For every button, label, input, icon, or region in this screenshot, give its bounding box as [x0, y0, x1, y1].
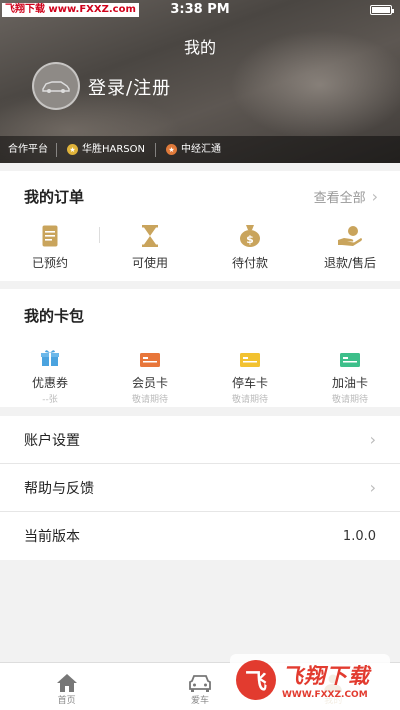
orders-title: 我的订单	[24, 188, 85, 206]
chevron-right-icon: ›	[369, 478, 376, 497]
order-refund-label: 退款/售后	[323, 256, 377, 270]
wallet-member-card-label: 会员卡	[131, 376, 168, 390]
watermark-logo: 飞 飞翔下载 WWW.FXXZ.COM	[230, 654, 390, 706]
wallet-parking-card[interactable]: 停车卡 敬请期待	[200, 341, 300, 405]
partner-item-label: 华胜HARSON	[82, 143, 146, 155]
order-reserved-label: 已预约	[31, 256, 68, 270]
car-icon	[42, 81, 70, 93]
order-refund[interactable]: 退款/售后	[300, 221, 400, 271]
wallet-member-card[interactable]: 会员卡 敬请期待	[100, 341, 200, 405]
coin-icon: ★	[166, 144, 178, 155]
wallet-coupon-label: 优惠券	[31, 376, 68, 390]
wallet-coupon[interactable]: 优惠券 --张	[0, 341, 100, 405]
gift-icon	[41, 350, 59, 366]
page-title: 我的	[183, 38, 216, 57]
settings-menu: 账户设置 › 帮助与反馈 › 当前版本 1.0.0	[0, 416, 400, 560]
orders-row: 已预约 可使用 $ 待付款 退款/售后	[0, 221, 400, 271]
view-all-link[interactable]: 查看全部 ›	[314, 187, 378, 206]
order-pending-payment[interactable]: $ 待付款	[200, 221, 300, 271]
money-bag-icon: $	[240, 225, 260, 247]
watermark-url: WWW.FXXZ.COM	[282, 690, 368, 700]
status-time: 3:38 PM	[170, 2, 230, 17]
wallet-member-card-sub: 敬请期待	[131, 395, 168, 405]
chevron-right-icon: ›	[369, 430, 376, 449]
battery-icon	[370, 5, 394, 15]
tab-home[interactable]: 首页	[0, 663, 133, 710]
order-usable-label: 可使用	[131, 256, 168, 270]
tab-car-label: 爱车	[190, 696, 209, 706]
partner-item-label: 中经汇通	[181, 143, 222, 155]
menu-help-feedback-label: 帮助与反馈	[24, 480, 94, 497]
wallet-fuel-card[interactable]: 加油卡 敬请期待	[300, 341, 400, 405]
car-icon	[189, 675, 211, 692]
orders-card: 我的订单 查看全部 › 已预约 可使用 $ 待付款 退款/售后	[0, 171, 400, 281]
login-register-link[interactable]: 登录/注册	[88, 74, 171, 100]
svg-text:$: $	[246, 233, 254, 246]
watermark-logo-icon: 飞	[236, 660, 276, 700]
menu-account-settings-label: 账户设置	[24, 432, 80, 449]
wallet-card: 我的卡包 优惠券 --张 会员卡 敬请期待 停车卡 敬请期待 加油卡 敬请期待	[0, 289, 400, 407]
order-pending-payment-label: 待付款	[231, 256, 268, 270]
status-bar: 飞翔下载 www.FXXZ.com 3:38 PM	[0, 0, 400, 20]
wallet-title: 我的卡包	[24, 307, 85, 325]
version-value: 1.0.0	[342, 528, 376, 544]
hourglass-icon	[142, 225, 158, 247]
menu-account-settings[interactable]: 账户设置 ›	[0, 416, 400, 464]
parking-card-icon	[240, 353, 260, 367]
partner-item-zhongjing[interactable]: ★ 中经汇通	[156, 143, 231, 157]
order-usable[interactable]: 可使用	[100, 221, 200, 271]
member-card-icon	[140, 353, 160, 367]
menu-version-label: 当前版本	[24, 529, 80, 545]
document-icon	[42, 225, 58, 247]
watermark-title: 飞翔下载	[282, 664, 370, 688]
wallet-coupon-sub: --张	[42, 395, 58, 405]
view-all-label: 查看全部	[313, 191, 366, 206]
home-icon	[56, 674, 77, 692]
menu-help-feedback[interactable]: 帮助与反馈 ›	[0, 464, 400, 512]
wallet-parking-card-label: 停车卡	[231, 376, 268, 390]
avatar[interactable]	[32, 62, 80, 110]
menu-version: 当前版本 1.0.0	[0, 512, 400, 560]
partner-item-harson[interactable]: ★ 华胜HARSON	[57, 142, 157, 157]
partner-label: 合作平台	[0, 142, 57, 157]
coin-icon: ★	[67, 144, 78, 155]
fuel-card-icon	[340, 353, 360, 367]
wallet-fuel-card-label: 加油卡	[331, 376, 368, 390]
wallet-parking-card-sub: 敬请期待	[231, 395, 268, 405]
wallet-row: 优惠券 --张 会员卡 敬请期待 停车卡 敬请期待 加油卡 敬请期待	[0, 341, 400, 405]
profile-header: 飞翔下载 www.FXXZ.com 3:38 PM 我的 登录/注册 合作平台 …	[0, 0, 400, 163]
order-reserved[interactable]: 已预约	[0, 221, 100, 271]
tab-home-label: 首页	[57, 696, 76, 706]
refund-hand-icon	[338, 226, 362, 246]
partner-bar: 合作平台 ★ 华胜HARSON ★ 中经汇通	[0, 136, 400, 163]
chevron-right-icon: ›	[371, 187, 378, 206]
wallet-fuel-card-sub: 敬请期待	[331, 395, 368, 405]
